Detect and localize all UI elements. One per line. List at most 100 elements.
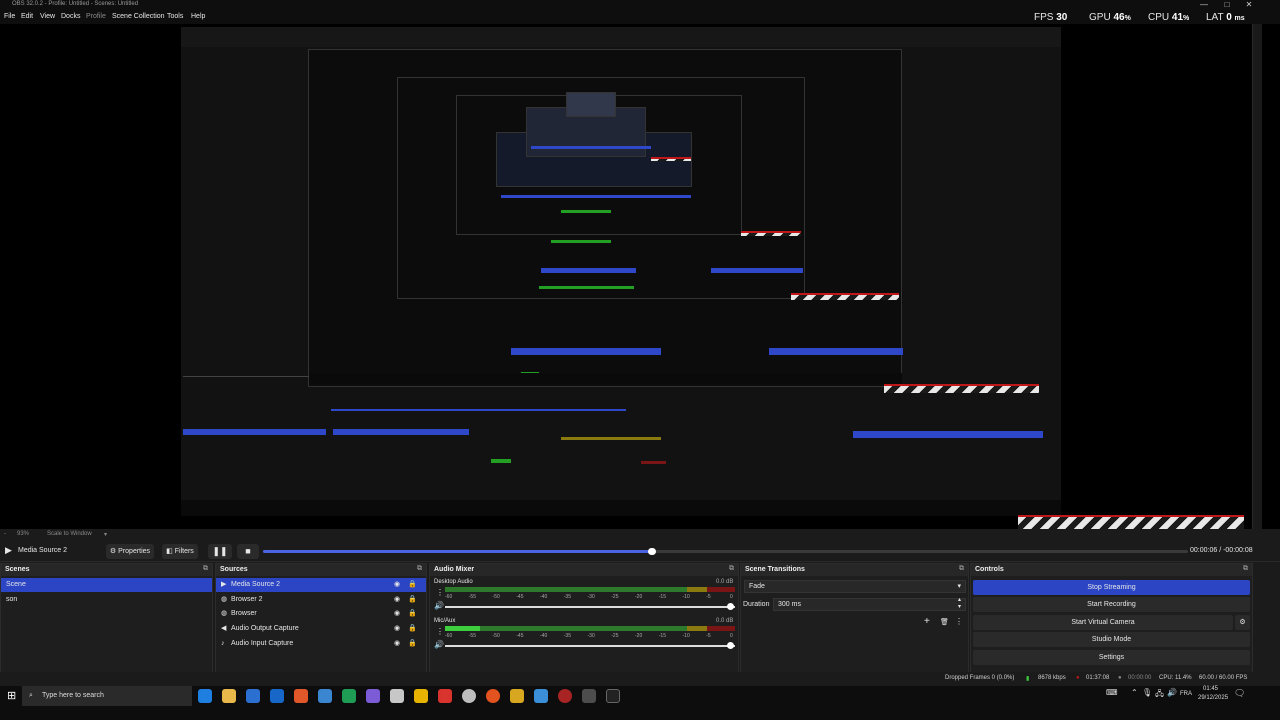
clock-time[interactable]: 01:45 xyxy=(1203,686,1218,692)
clock-date[interactable]: 29/12/2025 xyxy=(1198,695,1228,701)
dock-float-icon[interactable]: ⧉ xyxy=(959,565,964,573)
app-icon[interactable] xyxy=(390,689,404,703)
pause-button[interactable]: ❚❚ xyxy=(208,544,232,559)
start-virtual-camera-button[interactable]: Start Virtual Camera xyxy=(973,615,1233,630)
scale-mode-chevron-icon[interactable]: ▾ xyxy=(104,531,107,538)
filters-button[interactable]: ◧ Filters xyxy=(162,544,198,559)
audio-mixer-dock: Audio Mixer ⧉ Desktop Audio 0.0 dB ⋮ -60 -… xyxy=(429,563,739,685)
scale-mode-select[interactable]: Scale to Window xyxy=(47,531,92,537)
obs-icon[interactable] xyxy=(606,689,620,703)
lock-icon[interactable]: 🔒 xyxy=(408,607,417,621)
notification-icon[interactable]: 🗨 xyxy=(1234,688,1245,699)
edge-icon[interactable] xyxy=(198,689,212,703)
mail-icon[interactable] xyxy=(318,689,332,703)
taskbar-search-box[interactable]: ⌕ Type here to search xyxy=(22,686,192,706)
file-explorer-icon[interactable] xyxy=(222,689,236,703)
properties-button[interactable]: ⚙ Properties xyxy=(106,544,154,559)
microphone-icon: ♪ xyxy=(221,640,225,647)
transition-select[interactable]: Fade ▾ xyxy=(744,580,966,593)
xbox-icon[interactable] xyxy=(342,689,356,703)
dock-float-icon[interactable]: ⧉ xyxy=(203,565,208,573)
menu-dots-icon[interactable]: ⋮ xyxy=(955,617,963,626)
start-recording-button[interactable]: Start Recording xyxy=(973,597,1250,612)
speaker-icon[interactable]: 🔊 xyxy=(434,601,444,610)
settings-button[interactable]: Settings xyxy=(973,650,1250,665)
microphone-tray-icon[interactable]: 🎙 xyxy=(1142,688,1152,697)
outlook-icon[interactable] xyxy=(270,689,284,703)
store-icon[interactable] xyxy=(246,689,260,703)
source-item[interactable]: ♪ Audio Input Capture ◉ 🔒 xyxy=(216,637,426,651)
dock-float-icon[interactable]: ⧉ xyxy=(1243,565,1248,573)
menu-profile[interactable]: Profile xyxy=(86,13,106,20)
nested-meter xyxy=(491,459,511,463)
eye-icon[interactable]: ◉ xyxy=(394,593,400,607)
language-indicator[interactable]: FRA xyxy=(1180,691,1192,697)
eye-icon[interactable]: ◉ xyxy=(394,607,400,621)
channel-db: 0.0 dB xyxy=(716,579,734,585)
media-seek-slider[interactable] xyxy=(263,548,1188,555)
app-icon[interactable] xyxy=(534,689,548,703)
speaker-icon[interactable]: 🔊 xyxy=(434,640,444,649)
scene-item[interactable]: Scene xyxy=(1,578,212,592)
menu-docks[interactable]: Docks xyxy=(61,13,80,20)
chevron-up-icon[interactable]: ⌃ xyxy=(1131,688,1138,697)
stop-streaming-button[interactable]: Stop Streaming xyxy=(973,580,1250,595)
menu-file[interactable]: File xyxy=(4,13,15,20)
lock-icon[interactable]: 🔒 xyxy=(408,578,417,592)
source-item[interactable]: ▶ Media Source 2 ◉ 🔒 xyxy=(216,578,426,592)
channel-menu-icon[interactable]: ⋮ xyxy=(436,588,444,597)
stop-button[interactable]: ■ xyxy=(237,544,259,559)
minimize-button[interactable]: — xyxy=(1193,0,1215,11)
maximize-button[interactable]: □ xyxy=(1216,0,1238,11)
duration-input[interactable]: 300 ms ▴ ▾ xyxy=(773,597,966,611)
play-icon[interactable]: ▶ xyxy=(5,545,12,556)
spin-arrows-icon[interactable]: ▴ ▾ xyxy=(958,597,961,611)
virtual-camera-settings-button[interactable]: ⚙ xyxy=(1235,615,1250,630)
zoom-level[interactable]: 93% xyxy=(17,531,29,537)
app-icon[interactable] xyxy=(438,689,452,703)
network-icon[interactable]: 🖧 xyxy=(1155,688,1164,702)
mic-aux-volume-slider[interactable] xyxy=(445,645,735,647)
desktop-audio-volume-slider[interactable] xyxy=(445,606,735,608)
add-icon[interactable]: + xyxy=(924,616,930,627)
chrome-icon[interactable] xyxy=(582,689,596,703)
app-icon[interactable] xyxy=(558,689,572,703)
app-icon[interactable] xyxy=(462,689,476,703)
source-item[interactable]: ◍ Browser 2 ◉ 🔒 xyxy=(216,593,426,607)
dock-float-icon[interactable]: ⧉ xyxy=(729,565,734,573)
eye-icon[interactable]: ◉ xyxy=(394,637,400,651)
nested-scene-selection xyxy=(183,429,326,435)
volume-handle[interactable] xyxy=(727,642,734,649)
controls-title: Controls xyxy=(975,566,1004,573)
eye-icon[interactable]: ◉ xyxy=(394,622,400,636)
seek-handle[interactable] xyxy=(647,548,656,555)
lock-icon[interactable]: 🔒 xyxy=(408,622,417,636)
scale-label: -45 xyxy=(516,633,524,639)
windows-start-icon[interactable]: ⊞ xyxy=(7,689,16,702)
close-button[interactable]: ✕ xyxy=(1238,0,1260,11)
firefox-icon[interactable] xyxy=(294,689,308,703)
app-icon[interactable] xyxy=(366,689,380,703)
menu-scene-collection[interactable]: Scene Collection xyxy=(112,13,165,20)
source-item[interactable]: ◍ Browser ◉ 🔒 xyxy=(216,607,426,621)
preview-scrollbar[interactable] xyxy=(1252,24,1262,529)
keyboard-icon[interactable]: ⌨ xyxy=(1106,688,1118,697)
eye-icon[interactable]: ◉ xyxy=(394,578,400,592)
volume-handle[interactable] xyxy=(727,603,734,610)
speaker-tray-icon[interactable]: 🔊 xyxy=(1167,688,1177,697)
channel-menu-icon[interactable]: ⋮ xyxy=(436,627,444,636)
dock-float-icon[interactable]: ⧉ xyxy=(417,565,422,573)
app-icon[interactable] xyxy=(414,689,428,703)
trash-icon[interactable]: 🗑 xyxy=(940,618,949,626)
menu-view[interactable]: View xyxy=(40,13,55,20)
lock-icon[interactable]: 🔒 xyxy=(408,637,417,651)
studio-mode-button[interactable]: Studio Mode xyxy=(973,632,1250,647)
lock-icon[interactable]: 🔒 xyxy=(408,593,417,607)
menu-edit[interactable]: Edit xyxy=(21,13,33,20)
app-icon[interactable] xyxy=(486,689,500,703)
menu-help[interactable]: Help xyxy=(191,13,205,20)
scene-item[interactable]: son xyxy=(1,593,212,607)
menu-tools[interactable]: Tools xyxy=(167,13,183,20)
app-icon[interactable] xyxy=(510,689,524,703)
source-item[interactable]: ◀ Audio Output Capture ◉ 🔒 xyxy=(216,622,426,636)
